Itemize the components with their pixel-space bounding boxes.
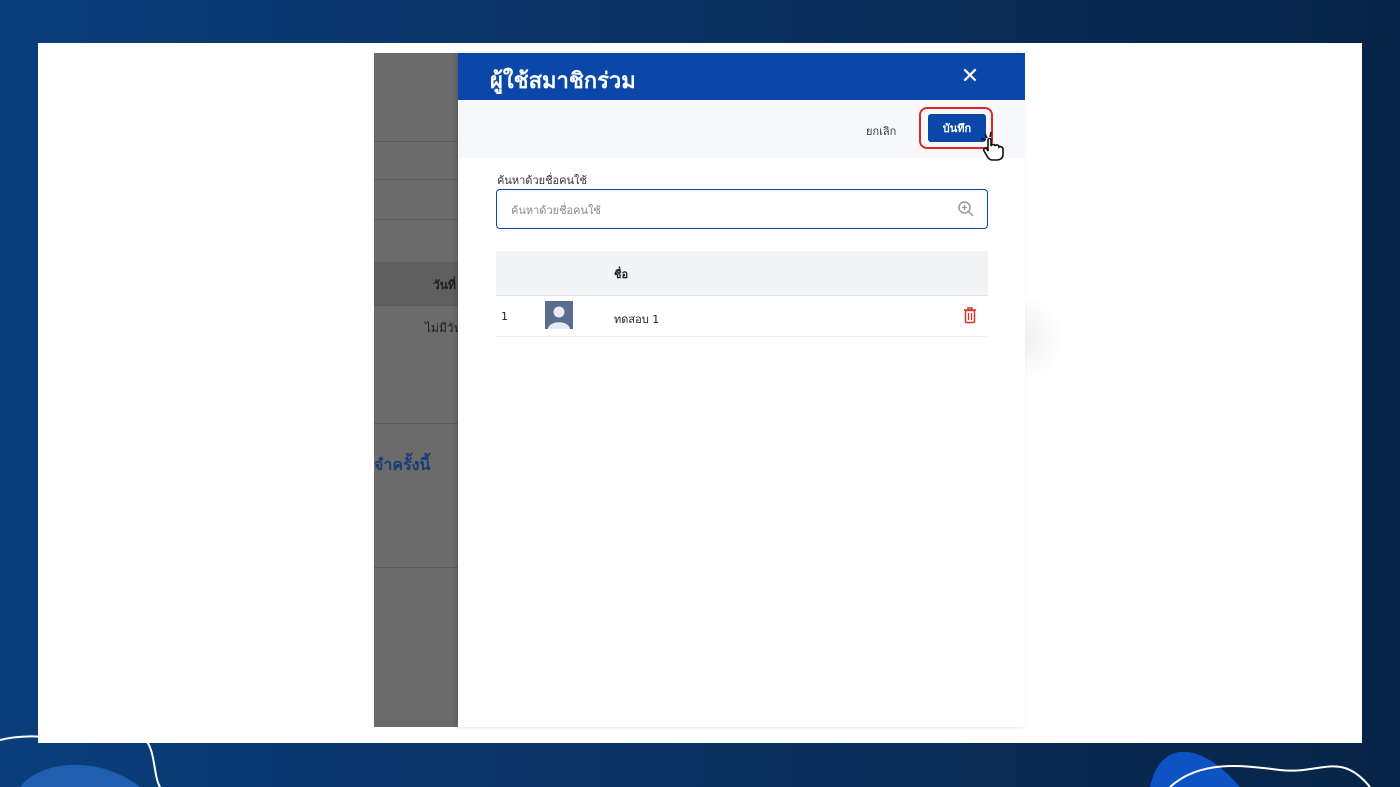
zoom-in-search-icon[interactable] xyxy=(957,200,975,218)
search-field xyxy=(496,189,988,229)
background-section-title: จำครั้งนี้ xyxy=(374,455,431,474)
row-index: 1 xyxy=(501,310,508,323)
table-header: ชื่อ xyxy=(496,251,988,296)
drawer-side-shadow xyxy=(1025,293,1065,383)
member-name: ทดสอบ 1 xyxy=(614,313,660,326)
search-label: ค้นหาด้วยชื่อคนใช้ xyxy=(497,174,587,187)
hand-pointer-icon xyxy=(980,131,1004,161)
background-divider xyxy=(374,423,458,424)
background-app-overlay: วันที่ ไม่มีวัน จำครั้งนี้ xyxy=(374,53,458,727)
background-divider xyxy=(374,305,458,306)
user-avatar-icon xyxy=(545,301,573,329)
drawer-title: ผู้ใช้สมาชิกร่วม xyxy=(490,68,636,93)
background-divider xyxy=(374,219,458,220)
background-divider xyxy=(374,179,458,180)
members-table: ชื่อ 1 ทดสอบ 1 xyxy=(496,251,988,337)
presentation-card: วันที่ ไม่มีวัน จำครั้งนี้ ผู้ใช้สมาชิกร… xyxy=(38,43,1362,743)
drawer-header: ผู้ใช้สมาชิกร่วม ✕ xyxy=(458,53,1025,100)
background-divider xyxy=(374,567,458,568)
delete-icon[interactable] xyxy=(962,306,978,324)
background-column-header: วันที่ xyxy=(433,278,456,292)
drawer-toolbar: ยกเลิก บันทึก xyxy=(458,100,1025,161)
co-member-drawer: ผู้ใช้สมาชิกร่วม ✕ ยกเลิก บันทึก ค้นหาด้… xyxy=(458,53,1025,727)
close-icon[interactable]: ✕ xyxy=(959,66,981,88)
background-table-header: วันที่ xyxy=(374,262,458,305)
column-header-name: ชื่อ xyxy=(614,268,629,281)
background-divider xyxy=(374,141,458,142)
cancel-button[interactable]: ยกเลิก xyxy=(866,122,896,140)
search-input[interactable] xyxy=(509,199,943,221)
avatar xyxy=(545,301,573,329)
table-row: 1 ทดสอบ 1 xyxy=(496,296,988,337)
background-row-text: ไม่มีวัน xyxy=(425,321,458,335)
